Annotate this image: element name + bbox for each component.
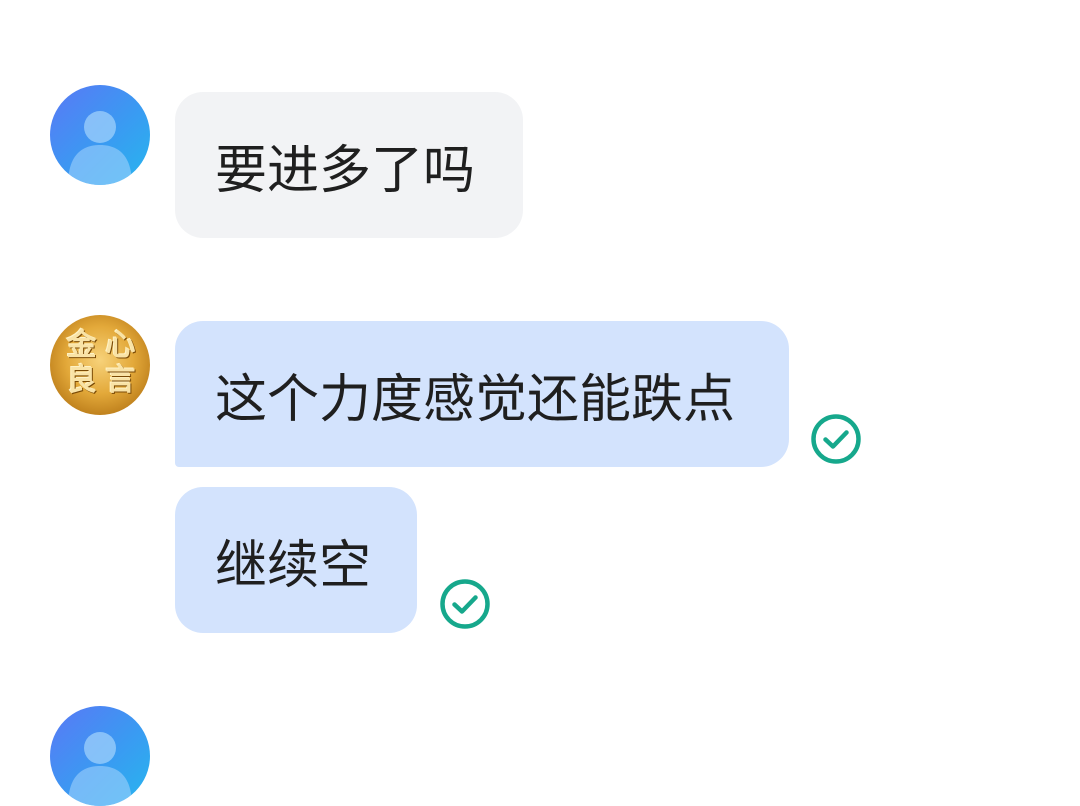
- message-bubble-sent[interactable]: 继续空: [175, 487, 417, 633]
- person-icon: [68, 111, 132, 185]
- check-circle-icon: [810, 413, 862, 465]
- message-bubble-sent[interactable]: 这个力度感觉还能跌点: [175, 321, 789, 467]
- message-text: 这个力度感觉还能跌点: [215, 369, 736, 430]
- avatar-lettering: 金: [66, 328, 97, 363]
- message-text: 要进多了吗: [215, 140, 476, 201]
- person-icon: [68, 732, 132, 806]
- avatar-lettering: 言: [105, 363, 136, 398]
- check-circle-icon: [439, 578, 491, 630]
- contact-avatar[interactable]: [50, 706, 150, 806]
- self-avatar[interactable]: 金 心 良 言: [50, 315, 150, 415]
- avatar-lettering: 心: [105, 328, 136, 363]
- message-text: 继续空: [215, 535, 372, 596]
- contact-avatar[interactable]: [50, 85, 150, 185]
- avatar-lettering: 良: [66, 363, 97, 398]
- message-bubble-received[interactable]: 要进多了吗: [175, 92, 523, 238]
